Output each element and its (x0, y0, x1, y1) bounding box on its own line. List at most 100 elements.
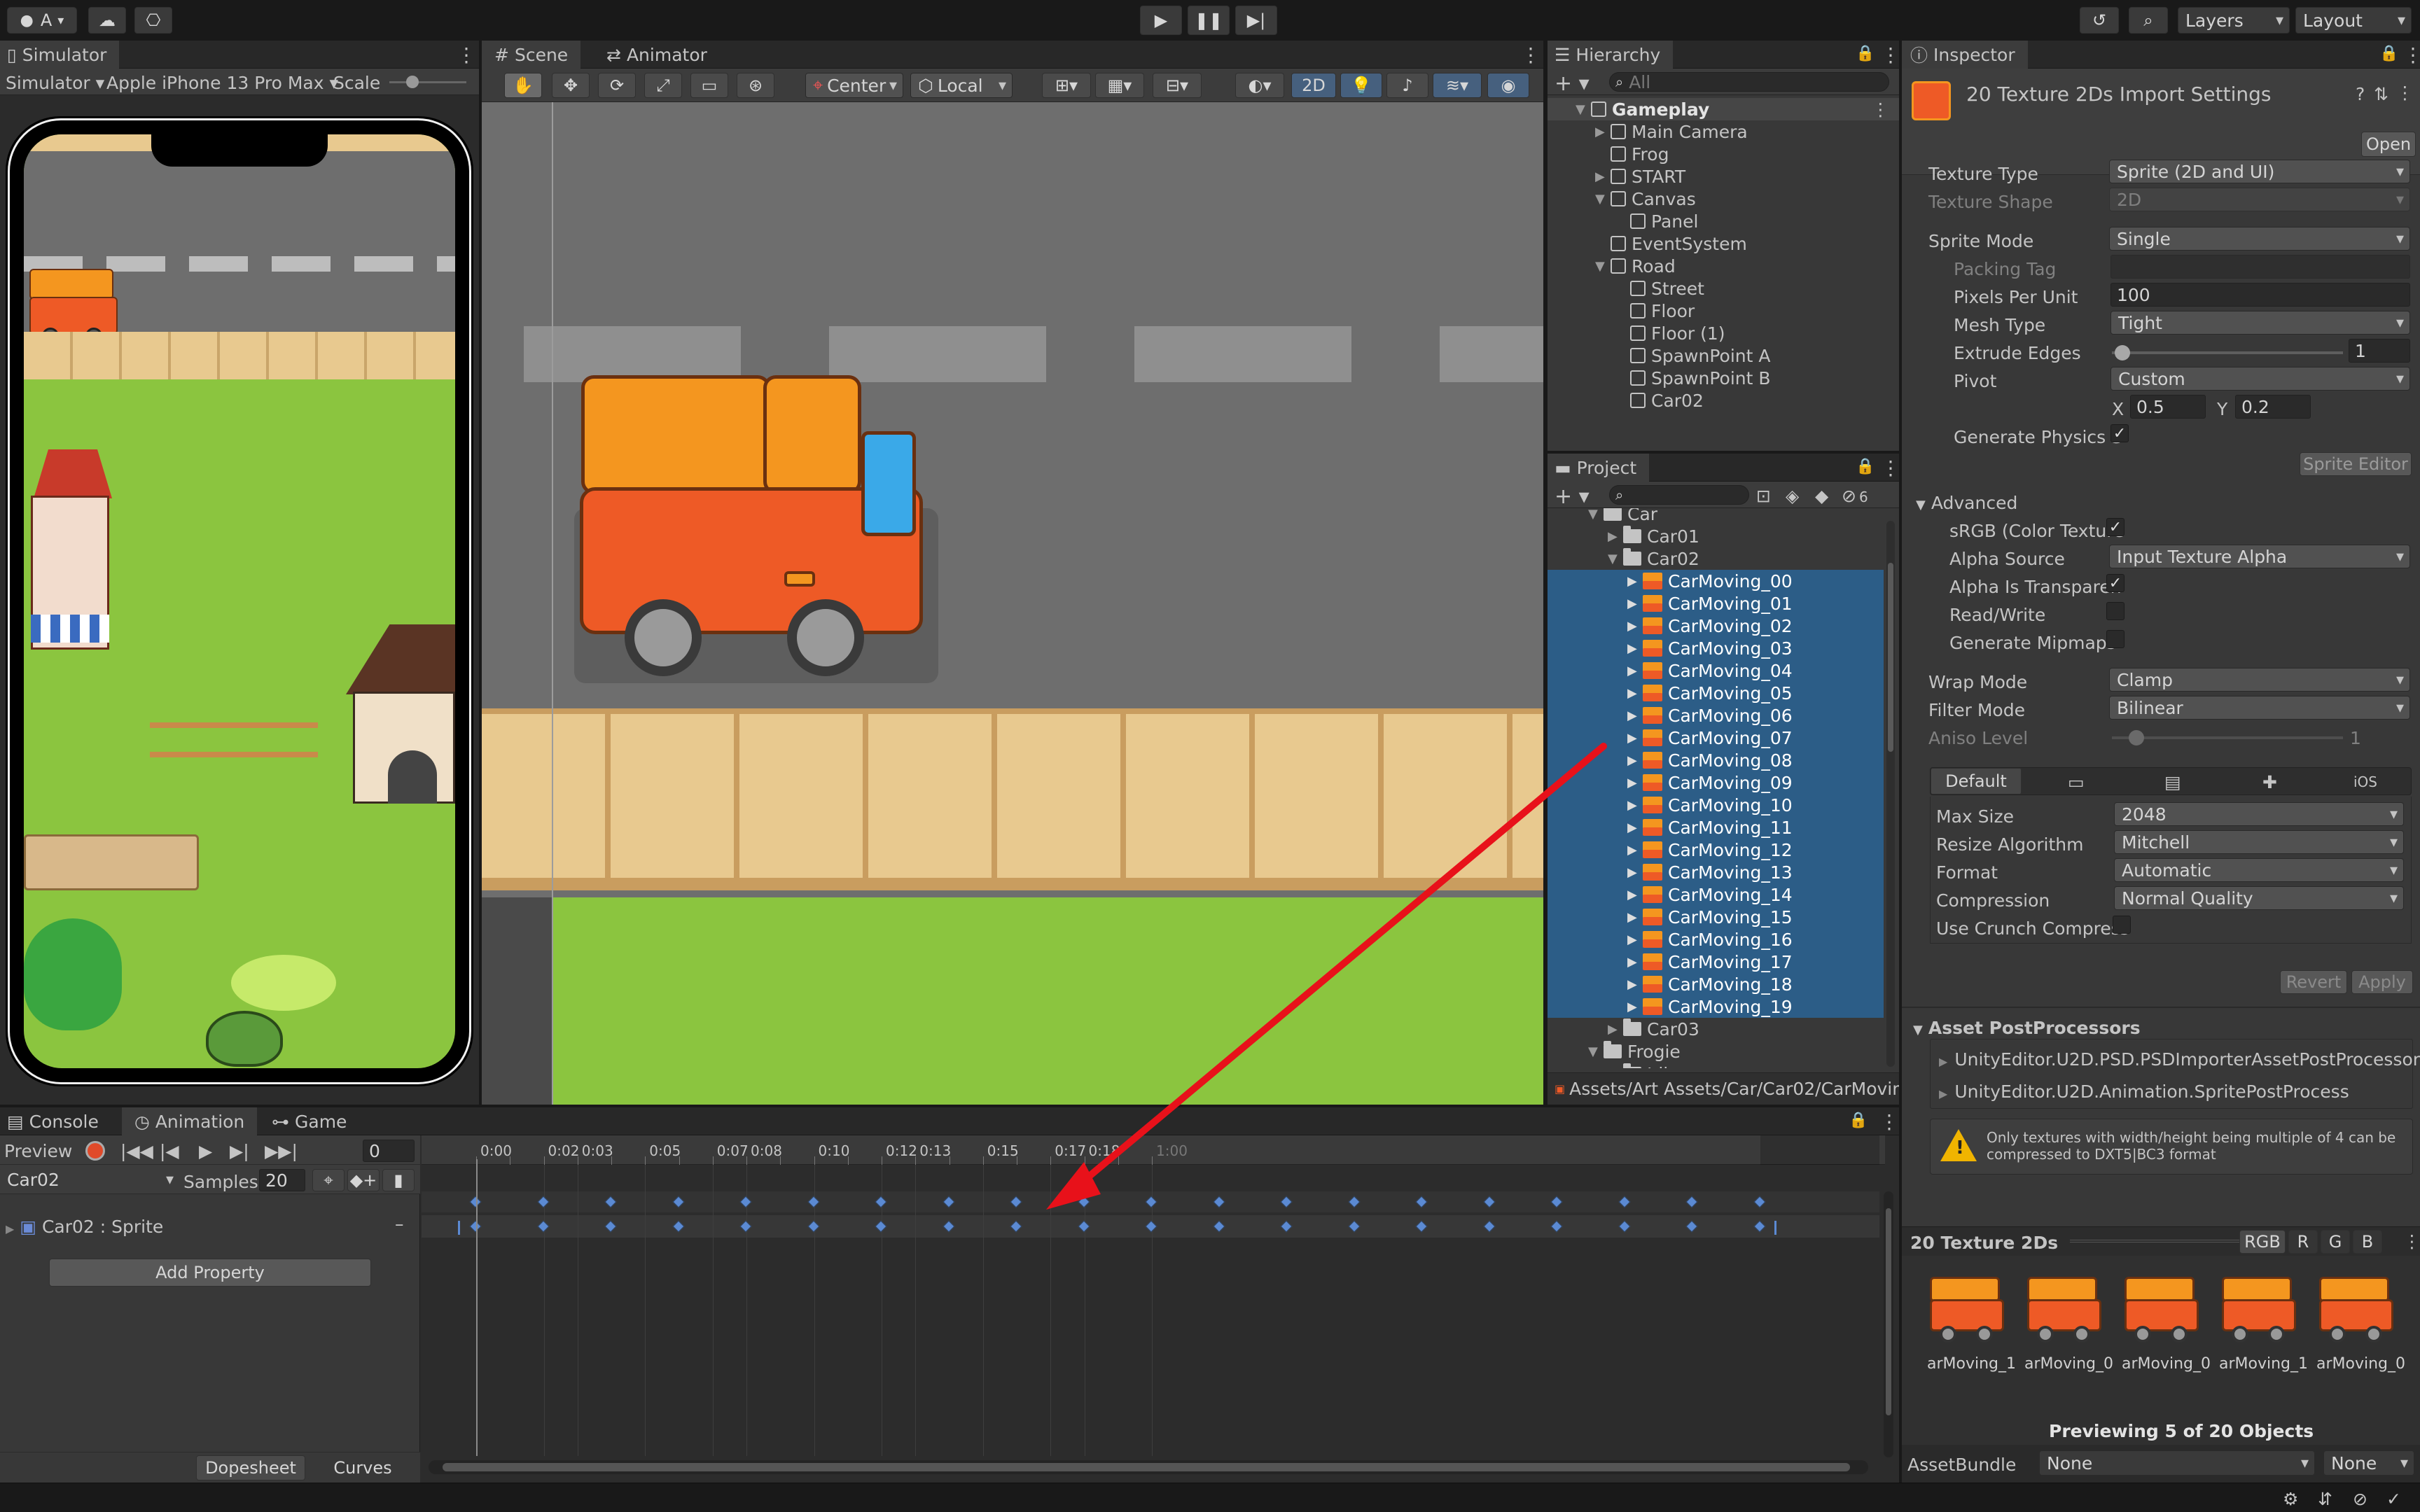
tab-game[interactable]: ⊶ Game (259, 1107, 359, 1135)
gen-physics-checkbox[interactable]: ✓ (2110, 424, 2129, 442)
foldout-right-icon[interactable]: ▶ (1627, 910, 1643, 925)
lock-icon[interactable]: 🔒 (1849, 1112, 1868, 1129)
project-sprite-item[interactable]: ▶ CarMoving_08 (1548, 749, 1884, 771)
project-sprite-item[interactable]: ▶ CarMoving_09 (1548, 771, 1884, 794)
foldout-icon[interactable]: ▼ (1588, 508, 1604, 522)
add-property-button[interactable]: Add Property (49, 1259, 371, 1287)
filter-dropdown[interactable]: Bilinear (2109, 696, 2410, 720)
pivot-y-field[interactable]: 0.2 (2235, 395, 2311, 419)
play-anim-button[interactable]: ▶ (199, 1141, 212, 1161)
lock-icon[interactable]: 🔒 (1856, 458, 1875, 475)
apply-button[interactable]: Apply (2351, 970, 2413, 994)
tab-animation[interactable]: ◷ Animation (122, 1107, 258, 1135)
rotate-tool-button[interactable]: ⟳ (598, 73, 636, 98)
project-add-button[interactable]: + ▾ (1555, 484, 1590, 509)
hierarchy-item[interactable]: SpawnPoint B (1548, 367, 1899, 389)
effects-button[interactable]: ≋▾ (1433, 73, 1482, 98)
project-sprite-item[interactable]: ▶ CarMoving_16 (1548, 928, 1884, 951)
last-key-button[interactable]: ▶▶| (265, 1141, 298, 1161)
dopesheet-tab[interactable]: Dopesheet (196, 1455, 305, 1480)
project-sprite-item[interactable]: ▶ CarMoving_00 (1548, 570, 1884, 592)
resize-dropdown[interactable]: Mitchell (2114, 830, 2404, 854)
project-folder[interactable]: ▼ Car (1548, 508, 1884, 525)
foldout-icon[interactable]: ▶ (1608, 529, 1623, 544)
preset-icon[interactable]: ⇅ (2374, 84, 2388, 104)
texture-type-dropdown[interactable]: Sprite (2D and UI) (2109, 160, 2410, 183)
extrude-slider-thumb[interactable] (2115, 345, 2130, 360)
clip-dropdown[interactable]: Car02 (0, 1168, 179, 1191)
hierarchy-item[interactable]: Floor (1548, 300, 1899, 322)
foldout-right-icon[interactable]: ▶ (1627, 753, 1643, 768)
hierarchy-item[interactable]: SpawnPoint A (1548, 344, 1899, 367)
lock-icon[interactable]: 🔒 (1856, 45, 1875, 62)
scene-menu-icon[interactable]: ⋮ (1872, 99, 1889, 120)
scene-view[interactable] (482, 102, 1543, 1105)
preview-toggle[interactable]: Preview (4, 1141, 72, 1161)
foldout-right-icon[interactable]: ▶ (1627, 619, 1643, 634)
foldout-right-icon[interactable]: ▶ (1627, 596, 1643, 611)
transform-tool-button[interactable]: ⊛ (737, 73, 774, 98)
foldout-right-icon[interactable]: ▶ (1627, 888, 1643, 902)
pause-button[interactable]: ❚❚ (1188, 6, 1230, 35)
tab-project[interactable]: ▬ Project (1548, 454, 1650, 482)
scale-slider-thumb[interactable] (406, 76, 419, 88)
wrap-dropdown[interactable]: Clamp (2109, 668, 2410, 692)
foldout-icon[interactable]: ▶ (1608, 1022, 1623, 1037)
lock-icon[interactable]: 🔒 (2379, 45, 2398, 62)
shading-button[interactable]: ◐▾ (1235, 73, 1284, 98)
format-dropdown[interactable]: Automatic (2114, 858, 2404, 882)
scene-truck[interactable] (574, 375, 938, 690)
project-menu-icon[interactable] (1881, 456, 1886, 477)
play-button[interactable]: ▶ (1140, 6, 1182, 35)
project-scrollbar-thumb[interactable] (1888, 563, 1893, 752)
foldout-icon[interactable]: ▼ (1576, 102, 1591, 117)
advanced-foldout[interactable]: ▼ Advanced (1916, 493, 2017, 513)
help-icon[interactable]: ? (2356, 84, 2365, 104)
hierarchy-item[interactable]: Car02 (1548, 389, 1899, 412)
scale-slider[interactable] (389, 76, 466, 88)
platform-tab-desktop[interactable]: ▭ (2068, 772, 2085, 792)
cache-icon[interactable]: ⊘ (2353, 1489, 2367, 1509)
property-row[interactable]: ▶ ▣ Car02 : Sprite – (0, 1212, 420, 1238)
scene-menu-icon[interactable] (1521, 43, 1527, 64)
srgb-checkbox[interactable]: ✓ (2106, 518, 2125, 536)
foldout-right-icon[interactable]: ▶ (1627, 641, 1643, 656)
foldout-right-icon[interactable]: ▶ (1627, 708, 1643, 723)
samples-field[interactable]: 20 (259, 1169, 305, 1191)
timeline-vscroll-thumb[interactable] (1886, 1208, 1891, 1415)
foldout-right-icon[interactable]: ▶ (1627, 776, 1643, 790)
hierarchy-item[interactable]: ▼ Canvas (1548, 188, 1899, 210)
search-button[interactable]: ⌕ (2129, 7, 2168, 34)
device-dropdown[interactable]: Apple iPhone 13 Pro Max ▾ (106, 73, 338, 93)
project-sprite-item[interactable]: ▶ CarMoving_19 (1548, 995, 1884, 1018)
extrude-field[interactable]: 1 (2349, 339, 2410, 363)
project-sprite-item[interactable]: ▶ CarMoving_05 (1548, 682, 1884, 704)
channel-rgb-button[interactable]: RGB (2239, 1230, 2286, 1254)
preview-menu-icon[interactable]: ⋮ (2403, 1231, 2420, 1252)
project-folder[interactable]: ▶ Car01 (1548, 525, 1884, 547)
project-search-input[interactable]: ⌕ (1609, 485, 1749, 505)
project-sprite-item[interactable]: ▶ CarMoving_11 (1548, 816, 1884, 839)
dopesheet-area[interactable]: 0:00 0:02 0:03 0:05 0:07 0:08 0:10 0:12 0:13 0:15… (422, 1135, 1899, 1483)
hierarchy-item[interactable]: ▼ Gameplay ⋮ (1548, 98, 1899, 120)
tab-scene[interactable]: # Scene (482, 41, 581, 69)
project-sprite-item[interactable]: ▶ CarMoving_07 (1548, 727, 1884, 749)
project-scrollbar[interactable] (1886, 521, 1895, 1067)
project-sprite-item[interactable]: ▶ CarMoving_15 (1548, 906, 1884, 928)
timeline-ruler[interactable] (422, 1135, 1885, 1165)
search-by-label-icon[interactable]: ◈ (1786, 486, 1799, 506)
foldout-right-icon[interactable]: ▶ (1627, 731, 1643, 746)
project-folder[interactable]: ▶ Idle (1548, 1063, 1884, 1068)
timeline-scrollbar-thumb[interactable] (443, 1463, 1850, 1471)
channel-g-button[interactable]: G (2321, 1230, 2350, 1254)
platform-tab-default[interactable]: Default (1931, 768, 2022, 794)
project-sprite-item[interactable]: ▶ CarMoving_13 (1548, 861, 1884, 883)
hidden-packages-icon[interactable]: ⊘ 6 (1842, 486, 1868, 506)
foldout-icon[interactable]: ▼ (1588, 1044, 1604, 1059)
pivot-dropdown-inspector[interactable]: Custom (2110, 367, 2410, 391)
postproc-item[interactable]: ▶ UnityEditor.U2D.Animation.SpritePostPro… (1939, 1082, 2349, 1102)
tab-inspector[interactable]: ⓘ Inspector (1902, 41, 2028, 69)
first-key-button[interactable]: |◀◀ (120, 1141, 153, 1161)
search-by-type-icon[interactable]: ⊡ (1756, 486, 1771, 506)
hierarchy-menu-icon[interactable] (1881, 43, 1886, 64)
